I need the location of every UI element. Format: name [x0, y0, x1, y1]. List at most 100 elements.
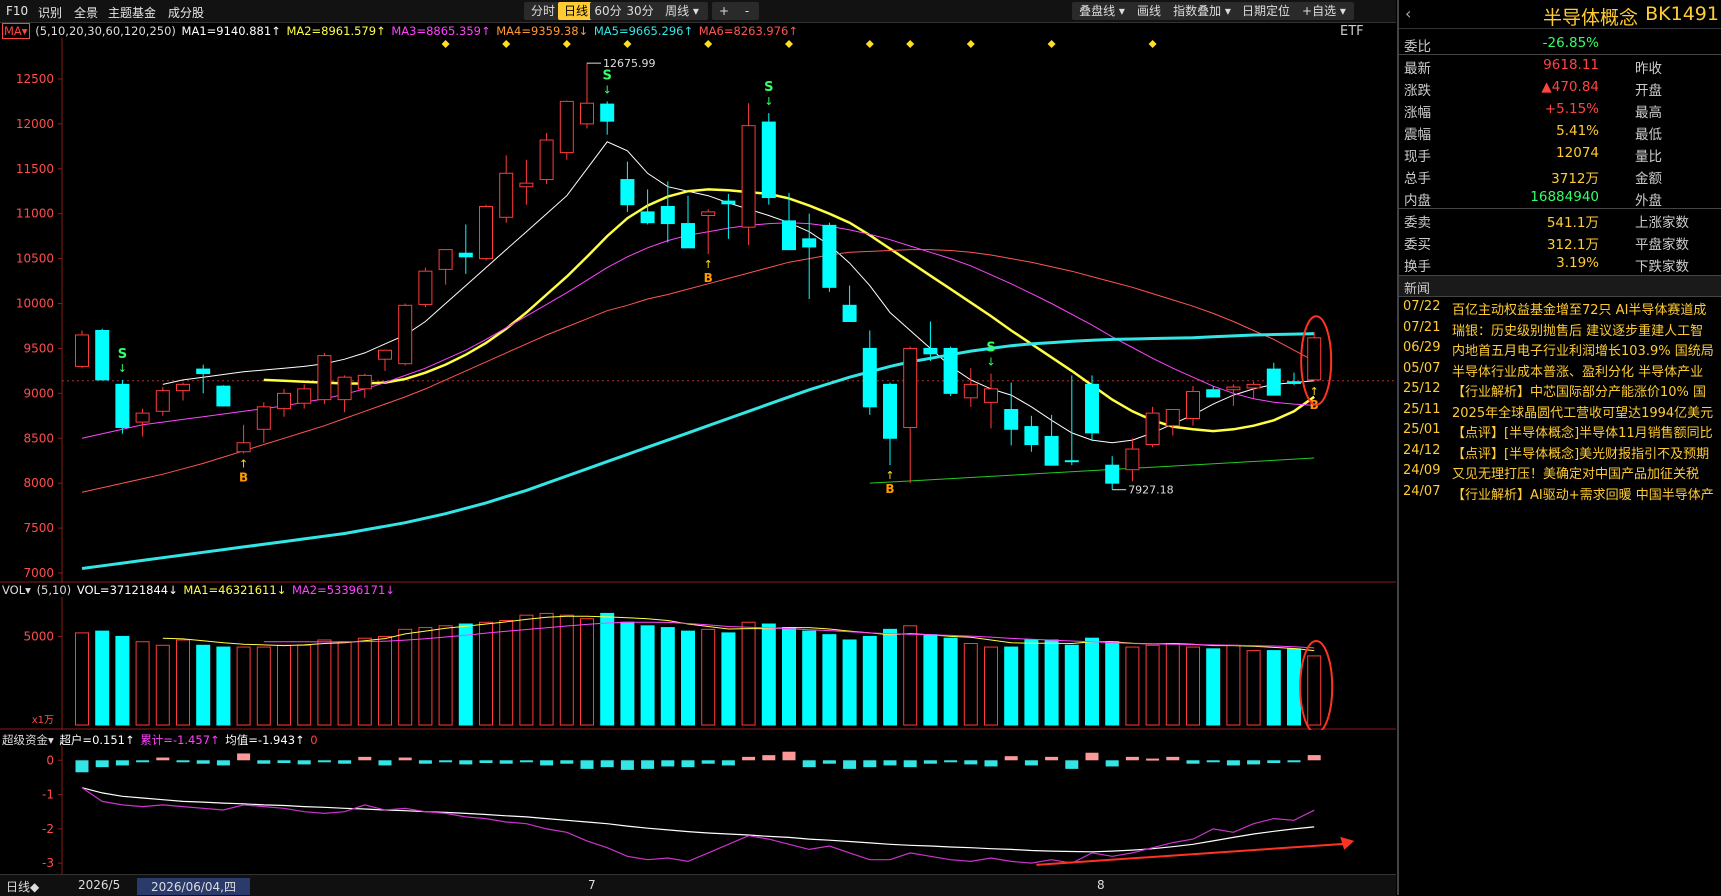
quote-panel: ‹ 半导体概念 BK1491 委比 -26.85% 最新 9618.11 昨收 涨跌 ▲47… [1397, 0, 1721, 895]
news-item[interactable]: 25/12 【行业解析】中芯国际部分产能涨价10% 国 [1399, 379, 1721, 400]
panorama-button[interactable]: 全景 [74, 4, 98, 21]
quote-value: 3712万 [1551, 171, 1599, 187]
event-diamond-icon [623, 40, 632, 48]
candle-body [559, 100, 574, 154]
news-item[interactable]: 25/11 2025年全球晶圆代工营收可望达1994亿美元 [1399, 400, 1721, 421]
zoom-out-button[interactable]: - [735, 2, 759, 20]
fund-bar [762, 755, 776, 761]
mode-label[interactable]: 日线◆ [6, 878, 39, 895]
constituents-button[interactable]: 成分股 [168, 4, 204, 21]
period-30min-tab[interactable]: 30分 [622, 2, 658, 20]
month-label-7: 7 [588, 878, 596, 892]
candle-body [519, 182, 534, 188]
news-item[interactable]: 24/09 又见无理打压！美确定对中国产品加征关税 [1399, 461, 1721, 482]
candle-body [216, 385, 231, 407]
event-diamond-icon [785, 40, 793, 48]
fund-bar [580, 760, 594, 769]
quote-label: 最新 [1404, 61, 1431, 77]
news-item[interactable]: 07/22 百亿主动权益基金增至72只 AI半导体赛道成 [1399, 297, 1721, 318]
fund-cum-line [81, 787, 1315, 864]
quote-row: 委比 -26.85% [1399, 32, 1721, 55]
index-overlay-dropdown[interactable]: 指数叠加 ▾ [1166, 2, 1238, 20]
volume-bar [1105, 641, 1120, 726]
fund-bar [398, 757, 412, 761]
volume-legend: VOL▾ (5,10) VOL=37121844↓ MA1=46321611↓ … [2, 583, 397, 597]
fund-indicator-selector[interactable]: 超级资金▾ [2, 733, 54, 747]
news-item[interactable]: 24/12 【点评】[半导体概念]美光财报指引不及预期 [1399, 441, 1721, 462]
y-tick-label: 11000 [16, 207, 54, 221]
fund-bar [1004, 756, 1018, 761]
fund-bar [701, 760, 715, 764]
candle-body [1125, 448, 1140, 471]
volume-bar [701, 628, 716, 726]
candle-body [620, 179, 635, 206]
news-item[interactable]: 25/01 【点评】[半导体概念]半导体11月销售额同比 [1399, 420, 1721, 441]
candle-body [196, 368, 211, 375]
news-item[interactable]: 07/21 瑞银：历史级别抛售后 建议逐步重建人工智 [1399, 318, 1721, 339]
candle-body [539, 139, 554, 181]
news-item[interactable]: 24/07 【行业解析】AI驱动+需求回暖 中国半导体产 [1399, 482, 1721, 503]
zoom-in-button[interactable]: + [712, 2, 736, 20]
period-weekly-dropdown[interactable]: 周线 ▾ [656, 2, 708, 20]
f10-button[interactable]: F10 [6, 4, 28, 18]
sell-signal-icon: S [118, 347, 127, 362]
vol-params: (5,10) [36, 583, 72, 597]
candle-body [822, 224, 837, 288]
fund-bar [1125, 756, 1139, 761]
ma-indicator-selector[interactable]: MA▾ [2, 23, 30, 39]
candle-body [236, 442, 251, 453]
news-date: 24/07 [1403, 483, 1441, 499]
etf-label[interactable]: ETF [1340, 24, 1364, 39]
theme-fund-button[interactable]: 主题基金 [108, 4, 156, 21]
event-diamond-icon [865, 40, 874, 48]
trend-arrow-shaft [1036, 842, 1345, 866]
candle-body [1287, 381, 1301, 384]
candle-body [1044, 435, 1059, 466]
back-arrow-icon[interactable]: ‹ [1405, 4, 1411, 23]
volume-bar [862, 635, 877, 726]
candle-body [115, 383, 130, 428]
news-item[interactable]: 05/07 半导体行业成本普涨、盈利分化 半导体产业 [1399, 359, 1721, 380]
quote-row: 震幅 5.41% 最低 [1399, 120, 1721, 143]
volume-bar [1287, 648, 1301, 726]
period-60min-tab[interactable]: 60分 [590, 2, 626, 20]
fund-bar [822, 760, 836, 764]
sell-signal-icon: S [764, 80, 773, 95]
y-tick-label: 8000 [23, 476, 54, 490]
news-title: 又见无理打压！美确定对中国产品加征关税 [1452, 467, 1700, 482]
volume-bar [842, 639, 857, 726]
quote-row: 现手 12074 量比 [1399, 142, 1721, 165]
volume-bar [802, 630, 817, 726]
candle-body [1145, 412, 1160, 446]
candle-body [135, 412, 150, 423]
quote-value: 312.1万 [1546, 237, 1599, 253]
fund-chart[interactable]: 0 -1 -2 -3 [0, 746, 1396, 874]
ma-params: (5,10,20,30,60,120,250) [35, 24, 176, 38]
candle-body [883, 383, 897, 439]
candle-body [357, 374, 372, 390]
period-daily-tab[interactable]: 日线 [558, 2, 594, 20]
identify-button[interactable]: 识别 [38, 4, 62, 21]
vol-indicator-selector[interactable]: VOL▾ [2, 583, 31, 597]
add-watchlist-dropdown[interactable]: +自选 ▾ [1294, 2, 1354, 20]
news-item[interactable]: 06/29 内地首五月电子行业利润增长103.9% 国统局 [1399, 338, 1721, 359]
news-title: 【点评】[半导体概念]半导体11月销售额同比 [1452, 426, 1713, 441]
fund-bar [75, 760, 89, 773]
volume-bar [1266, 650, 1281, 726]
period-intraday-tab[interactable]: 分时 [524, 2, 562, 20]
news-title: 【行业解析】AI驱动+需求回暖 中国半导体产 [1452, 487, 1714, 503]
volume-chart[interactable]: 5000 x1万 [0, 597, 1396, 730]
candle-body [317, 355, 332, 401]
news-date: 25/01 [1403, 422, 1441, 437]
candle-body [903, 347, 918, 428]
draw-line-button[interactable]: 画线 [1130, 2, 1168, 20]
price-chart[interactable]: 12500 12000 11500 11000 10500 10000 9500 9000 85… [0, 38, 1396, 583]
news-title: 2025年全球晶圆代工营收可望达1994亿美元 [1452, 405, 1714, 421]
volume-bar [782, 627, 796, 726]
date-locate-button[interactable]: 日期定位 [1236, 2, 1296, 20]
overlay-line-dropdown[interactable]: 叠盘线 ▾ [1072, 2, 1132, 20]
fund-bar [600, 760, 614, 768]
candle-body [963, 383, 978, 399]
news-date: 24/09 [1403, 463, 1441, 478]
fund-bar [1166, 756, 1180, 761]
